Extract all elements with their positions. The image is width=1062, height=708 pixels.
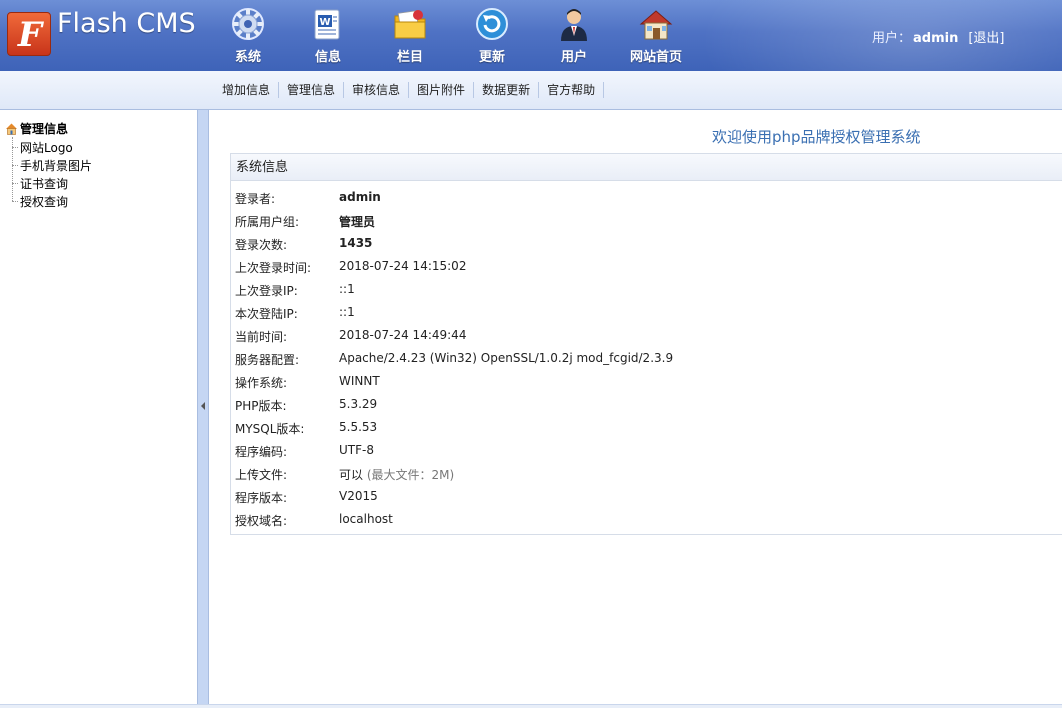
refresh-icon	[476, 8, 508, 40]
nav-user-label: 用户	[560, 50, 587, 65]
nav-system-label: 系统	[234, 50, 261, 65]
nav-system[interactable]: 系统	[212, 4, 284, 66]
info-key: 当前时间:	[235, 330, 288, 344]
tree-item-cert-query[interactable]: 证书查询	[12, 175, 68, 192]
info-value: 1435	[339, 236, 373, 250]
user-info: 用户： admin [退出]	[872, 27, 1005, 46]
info-value: WINNT	[339, 374, 380, 388]
gear-icon	[232, 8, 264, 40]
panel-splitter[interactable]	[197, 110, 209, 704]
collapse-arrow-icon[interactable]	[201, 402, 205, 410]
tree-item-mobile-bg[interactable]: 手机背景图片	[12, 157, 92, 174]
username: admin	[913, 31, 959, 46]
tree-root[interactable]: 管理信息	[5, 120, 68, 137]
info-key: MYSQL版本:	[235, 422, 305, 436]
folder-icon	[394, 10, 426, 39]
tree-item-auth-query[interactable]: 授权查询	[12, 193, 68, 210]
submenu-data-update[interactable]: 数据更新	[474, 82, 540, 98]
info-key: PHP版本:	[235, 399, 287, 413]
upload-limit-hint: (最大文件：2M)	[366, 468, 455, 482]
nav-info[interactable]: W 信息	[292, 4, 364, 66]
info-key: 操作系统:	[235, 376, 288, 390]
submenu-review-info[interactable]: 审核信息	[344, 82, 410, 98]
left-tree-panel: 管理信息 网站Logo 手机背景图片 证书查询 授权查询	[0, 110, 197, 704]
bottom-border	[0, 704, 1062, 708]
nav-column[interactable]: 栏目	[374, 4, 446, 66]
home-icon	[639, 10, 673, 40]
info-value: localhost	[339, 512, 393, 526]
sub-menu: 增加信息 管理信息 审核信息 图片附件 数据更新 官方帮助	[214, 82, 605, 98]
tree-root-label: 管理信息	[20, 122, 69, 136]
info-value: 5.3.29	[339, 397, 378, 411]
submenu-manage-info[interactable]: 管理信息	[279, 82, 345, 98]
system-info-panel: 系统信息 登录者: admin 所属用户组: 管理员 登录次数: 1435 上次…	[230, 153, 1062, 535]
welcome-text: 欢迎使用php品牌授权管理系统	[712, 128, 921, 146]
info-key: 所属用户组:	[235, 215, 300, 229]
info-key: 服务器配置:	[235, 353, 300, 367]
user-icon	[561, 9, 587, 41]
nav-update-label: 更新	[478, 50, 505, 65]
info-value: Apache/2.4.23 (Win32) OpenSSL/1.0.2j mod…	[339, 351, 674, 365]
nav-user[interactable]: 用户	[538, 4, 610, 66]
info-value: 5.5.53	[339, 420, 378, 434]
upload-allowed: 可以	[339, 468, 364, 482]
info-value: ::1	[339, 282, 355, 296]
tree-item-site-logo[interactable]: 网站Logo	[12, 139, 73, 156]
logo-glyph: F	[17, 15, 43, 55]
top-header: F Flash CMS 系统 W 信息 栏目 更新 用户 网站首页 用户： ad…	[0, 0, 1062, 71]
nav-home-label: 网站首页	[629, 50, 682, 65]
info-key: 程序版本:	[235, 491, 288, 505]
info-value: 2018-07-24 14:49:44	[339, 328, 467, 342]
app-title: Flash CMS	[57, 8, 196, 39]
flash-logo-icon: F	[7, 12, 51, 56]
submenu-add-info[interactable]: 增加信息	[214, 82, 280, 98]
submenu-attachments[interactable]: 图片附件	[409, 82, 475, 98]
info-value: admin	[339, 190, 381, 204]
svg-text:W: W	[319, 17, 330, 28]
nav-update[interactable]: 更新	[456, 4, 528, 66]
nav-column-label: 栏目	[396, 50, 423, 65]
info-key: 程序编码:	[235, 445, 288, 459]
home-icon	[6, 123, 17, 135]
info-value: ::1	[339, 305, 355, 319]
info-key: 上次登录IP:	[235, 284, 298, 298]
info-value: 2018-07-24 14:15:02	[339, 259, 467, 273]
logout-link[interactable]: [退出]	[968, 31, 1004, 46]
info-key: 本次登陆IP:	[235, 307, 298, 321]
info-key: 上次登录时间:	[235, 261, 312, 275]
document-icon: W	[314, 9, 340, 40]
info-key: 登录次数:	[235, 238, 288, 252]
info-value: V2015	[339, 489, 378, 503]
user-label: 用户：	[872, 31, 912, 46]
info-key: 授权域名:	[235, 514, 288, 528]
submenu-official-help[interactable]: 官方帮助	[539, 82, 605, 98]
panel-title: 系统信息	[231, 154, 1062, 181]
info-value: UTF-8	[339, 443, 374, 457]
info-key: 登录者:	[235, 192, 276, 206]
info-value: 管理员	[339, 215, 376, 229]
info-value: 可以 (最大文件：2M)	[339, 466, 454, 483]
sub-menu-bar: 增加信息 管理信息 审核信息 图片附件 数据更新 官方帮助	[0, 71, 1062, 110]
nav-info-label: 信息	[314, 50, 341, 65]
nav-home[interactable]: 网站首页	[620, 4, 692, 66]
info-key: 上传文件:	[235, 468, 288, 482]
